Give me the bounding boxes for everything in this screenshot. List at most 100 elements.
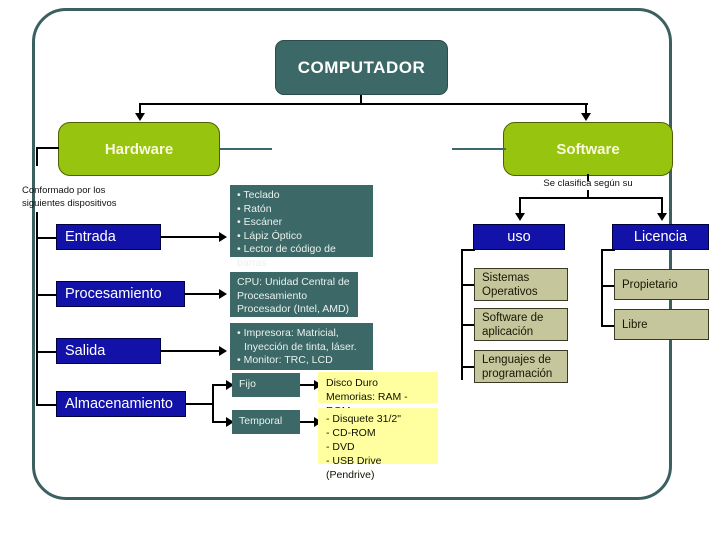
note-fijo-line: Disco Duro (326, 377, 378, 389)
note-temporal-line: - DVD (326, 441, 355, 453)
connector-root-split (140, 103, 588, 106)
detail-salida: • Impresora: Matricial, Inyección de tin… (230, 323, 373, 370)
label-line: Operativos (482, 285, 538, 298)
arrow-to-hardware (135, 113, 145, 121)
node-lenguajes-programacion: Lenguajes de programación (474, 350, 568, 383)
node-entrada: Entrada (56, 224, 161, 250)
connector-stub-salida (36, 351, 56, 353)
node-almacenamiento-label: Almacenamiento (65, 396, 173, 412)
node-licencia: Licencia (612, 224, 709, 250)
node-propietario-label: Propietario (622, 278, 678, 291)
connector-software-split (520, 197, 663, 200)
node-hardware: Hardware (58, 122, 220, 176)
node-software-label: Software (556, 140, 620, 158)
connector-almacenamiento-stem (186, 403, 214, 406)
node-propietario: Propietario (614, 269, 709, 300)
detail-entrada-item: • Lápiz Óptico (237, 229, 302, 242)
connector-licencia-trunk (601, 250, 603, 327)
node-software-aplicacion: Software de aplicación (474, 308, 568, 341)
label-line: programación (482, 367, 553, 380)
node-fijo: Fijo (232, 373, 300, 397)
connector-software-side-rule (452, 148, 506, 151)
detail-entrada-item: • Lector de código de barras (237, 243, 336, 269)
arrow-entrada-detail (219, 232, 227, 242)
connector-uso-trunk (461, 250, 463, 380)
node-libre: Libre (614, 309, 709, 340)
detail-entrada-item: • Escáner (237, 216, 283, 228)
connector-stub-procesamiento (36, 294, 56, 296)
connector-salida-detail (161, 350, 221, 353)
node-procesamiento: Procesamiento (56, 281, 185, 307)
node-entrada-label: Entrada (65, 229, 116, 245)
connector-almacenamiento-bracket (212, 384, 215, 423)
note-temporal-line: - USB Drive (Pendrive) (326, 455, 382, 481)
note-temporal-line: - CD-ROM (326, 427, 376, 439)
hardware-caption-line1: Conformado por los (22, 185, 106, 196)
node-fijo-label: Fijo (239, 378, 256, 391)
node-uso-label: uso (507, 229, 531, 245)
node-almacenamiento: Almacenamiento (56, 391, 186, 417)
label-line: Sistemas (482, 271, 530, 284)
connector-hardware-side-rule (220, 148, 272, 151)
node-sistemas-operativos-label: Sistemas Operativos (482, 271, 538, 299)
arrow-to-licencia (657, 213, 667, 221)
node-salida: Salida (56, 338, 161, 364)
connector-hardware-stem-v (36, 148, 38, 166)
node-temporal-label: Temporal (239, 415, 283, 428)
label-line: Software de (482, 311, 544, 324)
connector-software-stem-top (587, 174, 590, 181)
detail-procesamiento: CPU: Unidad Central de Procesamiento Pro… (230, 272, 358, 317)
node-licencia-label: Licencia (633, 229, 688, 245)
detail-procesamiento-line: Procesamiento (237, 289, 308, 302)
node-lenguajes-programacion-label: Lenguajes de programación (482, 353, 552, 381)
detail-salida-list: • Impresora: Matricial, Inyección de tin… (237, 327, 357, 368)
connector-stub-sistemas-operativos (461, 284, 475, 286)
detail-salida-item: Inyección de tinta, láser. (244, 340, 357, 353)
detail-procesamiento-lines: CPU: Unidad Central de Procesamiento Pro… (237, 276, 350, 317)
node-hardware-label: Hardware (104, 140, 174, 158)
note-temporal-line: - Disquete 31/2" (326, 413, 401, 425)
note-temporal: - Disquete 31/2" - CD-ROM - DVD - USB Dr… (318, 408, 438, 481)
node-salida-label: Salida (65, 343, 106, 359)
connector-stub-software-aplicacion (461, 324, 475, 326)
connector-procesamiento-detail (185, 293, 221, 296)
label-line: aplicación (482, 325, 534, 338)
node-software: Software (503, 122, 673, 176)
detail-salida-item: • Impresora: Matricial, (237, 327, 339, 339)
connector-hardware-trunk (36, 212, 38, 405)
connector-stub-libre (601, 325, 615, 327)
connector-entrada-detail (161, 236, 221, 239)
arrow-to-software (581, 113, 591, 121)
note-fijo: Disco Duro Memorias: RAM - ROM (318, 372, 438, 417)
arrow-to-uso (515, 213, 525, 221)
node-computador: COMPUTADOR (275, 40, 448, 95)
arrow-procesamiento-detail (219, 289, 227, 299)
detail-procesamiento-line: CPU: Unidad Central de (237, 276, 350, 288)
node-procesamiento-label: Procesamiento (65, 286, 162, 302)
node-sistemas-operativos: Sistemas Operativos (474, 268, 568, 301)
node-libre-label: Libre (622, 318, 648, 331)
hardware-caption: Conformado por los siguientes dispositiv… (22, 185, 152, 210)
detail-salida-item: • Monitor: TRC, LCD (237, 354, 333, 366)
label-line: Lenguajes de (482, 353, 552, 366)
detail-entrada-list: • Teclado • Ratón • Escáner • Lápiz Ópti… (237, 189, 367, 270)
slide-canvas: COMPUTADOR Hardware Conformado por los s… (0, 0, 720, 540)
detail-entrada: • Teclado • Ratón • Escáner • Lápiz Ópti… (230, 185, 373, 269)
node-uso: uso (473, 224, 565, 250)
hardware-caption-line2: siguientes dispositivos (22, 197, 117, 209)
connector-stub-propietario (601, 285, 615, 287)
connector-uso-stem (461, 249, 475, 251)
node-software-aplicacion-label: Software de aplicación (482, 311, 543, 339)
connector-stub-lenguajes-programacion (461, 366, 475, 368)
arrow-salida-detail (219, 346, 227, 356)
connector-stub-almacenamiento (36, 404, 56, 406)
connector-hardware-stem-h (36, 147, 59, 149)
detail-procesamiento-line: Procesador (Intel, AMD) (237, 303, 350, 315)
detail-entrada-item: • Ratón (237, 202, 272, 215)
node-computador-label: COMPUTADOR (297, 57, 426, 77)
detail-entrada-item: • Teclado (237, 189, 280, 201)
connector-licencia-stem (601, 249, 615, 251)
note-temporal-lines: - Disquete 31/2" - CD-ROM - DVD - USB Dr… (326, 412, 432, 482)
node-temporal: Temporal (232, 410, 300, 434)
connector-stub-entrada (36, 237, 56, 239)
